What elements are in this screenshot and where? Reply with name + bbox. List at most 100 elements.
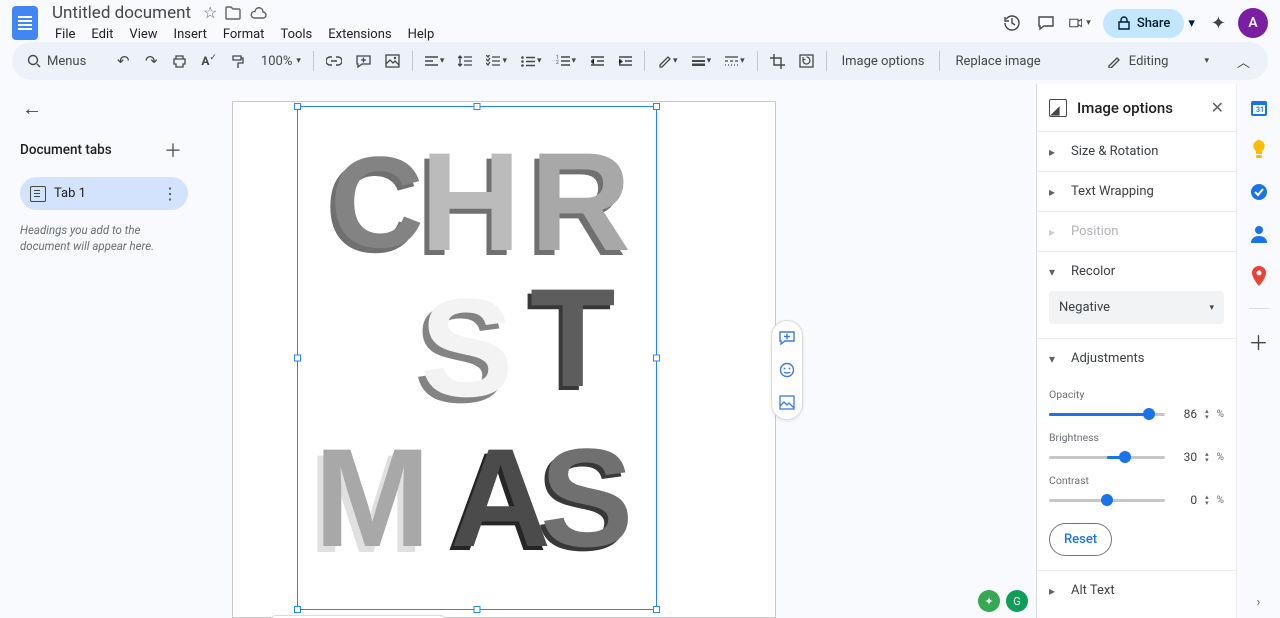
search-menus-button[interactable]: Menus <box>22 47 91 75</box>
section-recolor[interactable]: ▾Recolor <box>1037 252 1236 291</box>
resize-handle[interactable] <box>653 606 660 613</box>
account-avatar[interactable]: A <box>1238 8 1268 38</box>
opacity-label: Opacity <box>1049 388 1224 401</box>
toolbar: Menus ↶ ↷ A✓ 100%▾ ▾ ▾ ▾ 12▾ ▾ ▾ ▾ Image… <box>12 42 1268 80</box>
comments-icon[interactable] <box>1035 12 1057 34</box>
collapse-toolbar-button[interactable]: ︿ <box>1229 48 1258 75</box>
tab-1[interactable]: Tab 1 ⋮ <box>20 177 188 210</box>
undo-button[interactable]: ↶ <box>111 47 135 75</box>
reset-button[interactable]: Reset <box>1049 523 1112 556</box>
chevron-down-icon: ▾ <box>1209 303 1214 313</box>
line-spacing-button[interactable] <box>453 47 477 75</box>
ruler-horizontal[interactable] <box>216 84 1036 99</box>
brightness-value[interactable]: 30 <box>1173 450 1197 464</box>
add-comment-button[interactable] <box>351 47 376 75</box>
maps-icon[interactable] <box>1249 266 1269 286</box>
brightness-slider[interactable] <box>1049 456 1165 459</box>
opacity-slider[interactable] <box>1049 413 1165 416</box>
crop-image-button[interactable] <box>765 47 790 75</box>
resize-handle[interactable] <box>653 103 660 110</box>
meet-icon[interactable]: ▾ <box>1069 12 1091 34</box>
contacts-icon[interactable] <box>1249 224 1269 244</box>
section-size-rotation[interactable]: ▸Size & Rotation <box>1037 132 1236 171</box>
editing-mode-dropdown[interactable]: Editing ▾ <box>1097 50 1219 73</box>
menu-help[interactable]: Help <box>401 25 442 44</box>
ruler-vertical[interactable] <box>200 99 215 618</box>
border-color-button[interactable]: ▾ <box>652 47 683 75</box>
history-icon[interactable] <box>1001 12 1023 34</box>
contrast-value[interactable]: 0 <box>1173 493 1197 507</box>
contrast-stepper[interactable]: ▴▾ <box>1205 494 1209 506</box>
print-button[interactable] <box>167 47 192 75</box>
align-dropdown[interactable]: ▾ <box>420 47 450 75</box>
text-wrapping-label: Text Wrapping <box>1071 184 1154 199</box>
bullet-list-button[interactable]: ▾ <box>516 47 547 75</box>
opacity-stepper[interactable]: ▴▾ <box>1205 408 1209 420</box>
page[interactable]: CHR ✦ ST MAS <box>232 101 776 618</box>
resize-handle[interactable] <box>474 103 481 110</box>
menu-extensions[interactable]: Extensions <box>321 25 398 44</box>
gemini-icon[interactable]: ✦ <box>1211 13 1226 34</box>
percent-label: % <box>1217 495 1224 506</box>
selected-image[interactable]: CHR ✦ ST MAS <box>310 127 644 589</box>
contrast-slider[interactable] <box>1049 499 1165 502</box>
close-panel-icon[interactable]: ✕ <box>1211 98 1224 117</box>
menu-edit[interactable]: Edit <box>84 25 120 44</box>
resize-handle[interactable] <box>294 103 301 110</box>
grammarly-icon[interactable]: G <box>1006 590 1028 612</box>
hide-side-panel-icon[interactable]: › <box>1257 595 1261 610</box>
menu-insert[interactable]: Insert <box>167 25 214 44</box>
menu-tools[interactable]: Tools <box>273 25 319 44</box>
menu-file[interactable]: File <box>48 25 82 44</box>
menu-view[interactable]: View <box>122 25 164 44</box>
numbered-list-button[interactable]: 12▾ <box>551 47 582 75</box>
section-alt-text[interactable]: ▸Alt Text <box>1037 571 1236 610</box>
outline-back-button[interactable]: ← <box>20 90 188 127</box>
spellcheck-button[interactable]: A✓ <box>196 47 222 75</box>
resize-handle[interactable] <box>294 355 301 362</box>
reset-image-button[interactable] <box>794 47 819 75</box>
share-button[interactable]: Share <box>1103 9 1185 38</box>
resize-handle[interactable] <box>653 355 660 362</box>
indent-button[interactable] <box>613 47 637 75</box>
move-folder-icon[interactable] <box>225 6 241 20</box>
resize-handle[interactable] <box>294 606 301 613</box>
border-weight-button[interactable]: ▾ <box>687 47 717 75</box>
tasks-icon[interactable] <box>1249 182 1269 202</box>
checklist-button[interactable]: ▾ <box>481 47 512 75</box>
image-options-button[interactable]: Image options <box>834 50 933 73</box>
opacity-value[interactable]: 86 <box>1173 407 1197 421</box>
border-dash-button[interactable]: ▾ <box>720 47 750 75</box>
recolor-value: Negative <box>1059 300 1110 315</box>
resize-handle[interactable] <box>474 606 481 613</box>
star-icon[interactable]: ☆ <box>203 3 217 22</box>
keep-icon[interactable] <box>1249 140 1269 160</box>
docs-logo[interactable] <box>12 6 38 40</box>
image-selection[interactable]: CHR ✦ ST MAS <box>297 106 657 610</box>
brightness-stepper[interactable]: ▴▾ <box>1205 451 1209 463</box>
insert-image-button[interactable] <box>380 47 405 75</box>
section-text-wrapping[interactable]: ▸Text Wrapping <box>1037 172 1236 211</box>
emoji-react-icon[interactable] <box>776 359 798 381</box>
recolor-dropdown[interactable]: Negative ▾ <box>1049 291 1224 324</box>
replace-image-button[interactable]: Replace image <box>947 50 1048 73</box>
insert-link-button[interactable] <box>321 47 347 75</box>
doc-title-input[interactable]: Untitled document <box>48 3 195 23</box>
menu-format[interactable]: Format <box>216 25 272 44</box>
outdent-button[interactable] <box>585 47 609 75</box>
share-dropdown-icon[interactable]: ▾ <box>1184 16 1199 31</box>
suggest-edit-icon[interactable] <box>776 391 798 413</box>
cloud-status-icon[interactable] <box>249 7 267 19</box>
paint-format-button[interactable] <box>226 47 250 75</box>
brightness-label: Brightness <box>1049 431 1224 444</box>
add-tab-button[interactable]: ＋ <box>164 137 182 163</box>
calendar-icon[interactable]: 31 <box>1249 98 1269 118</box>
tab-icon <box>30 186 46 202</box>
tab-more-icon[interactable]: ⋮ <box>162 184 178 203</box>
explore-icon[interactable]: ✦ <box>978 590 1000 612</box>
zoom-dropdown[interactable]: 100%▾ <box>254 47 306 75</box>
get-addons-icon[interactable]: ＋ <box>1249 331 1269 351</box>
section-adjustments[interactable]: ▾Adjustments <box>1037 339 1236 378</box>
add-comment-icon[interactable] <box>776 327 798 349</box>
redo-button[interactable]: ↷ <box>139 47 163 75</box>
